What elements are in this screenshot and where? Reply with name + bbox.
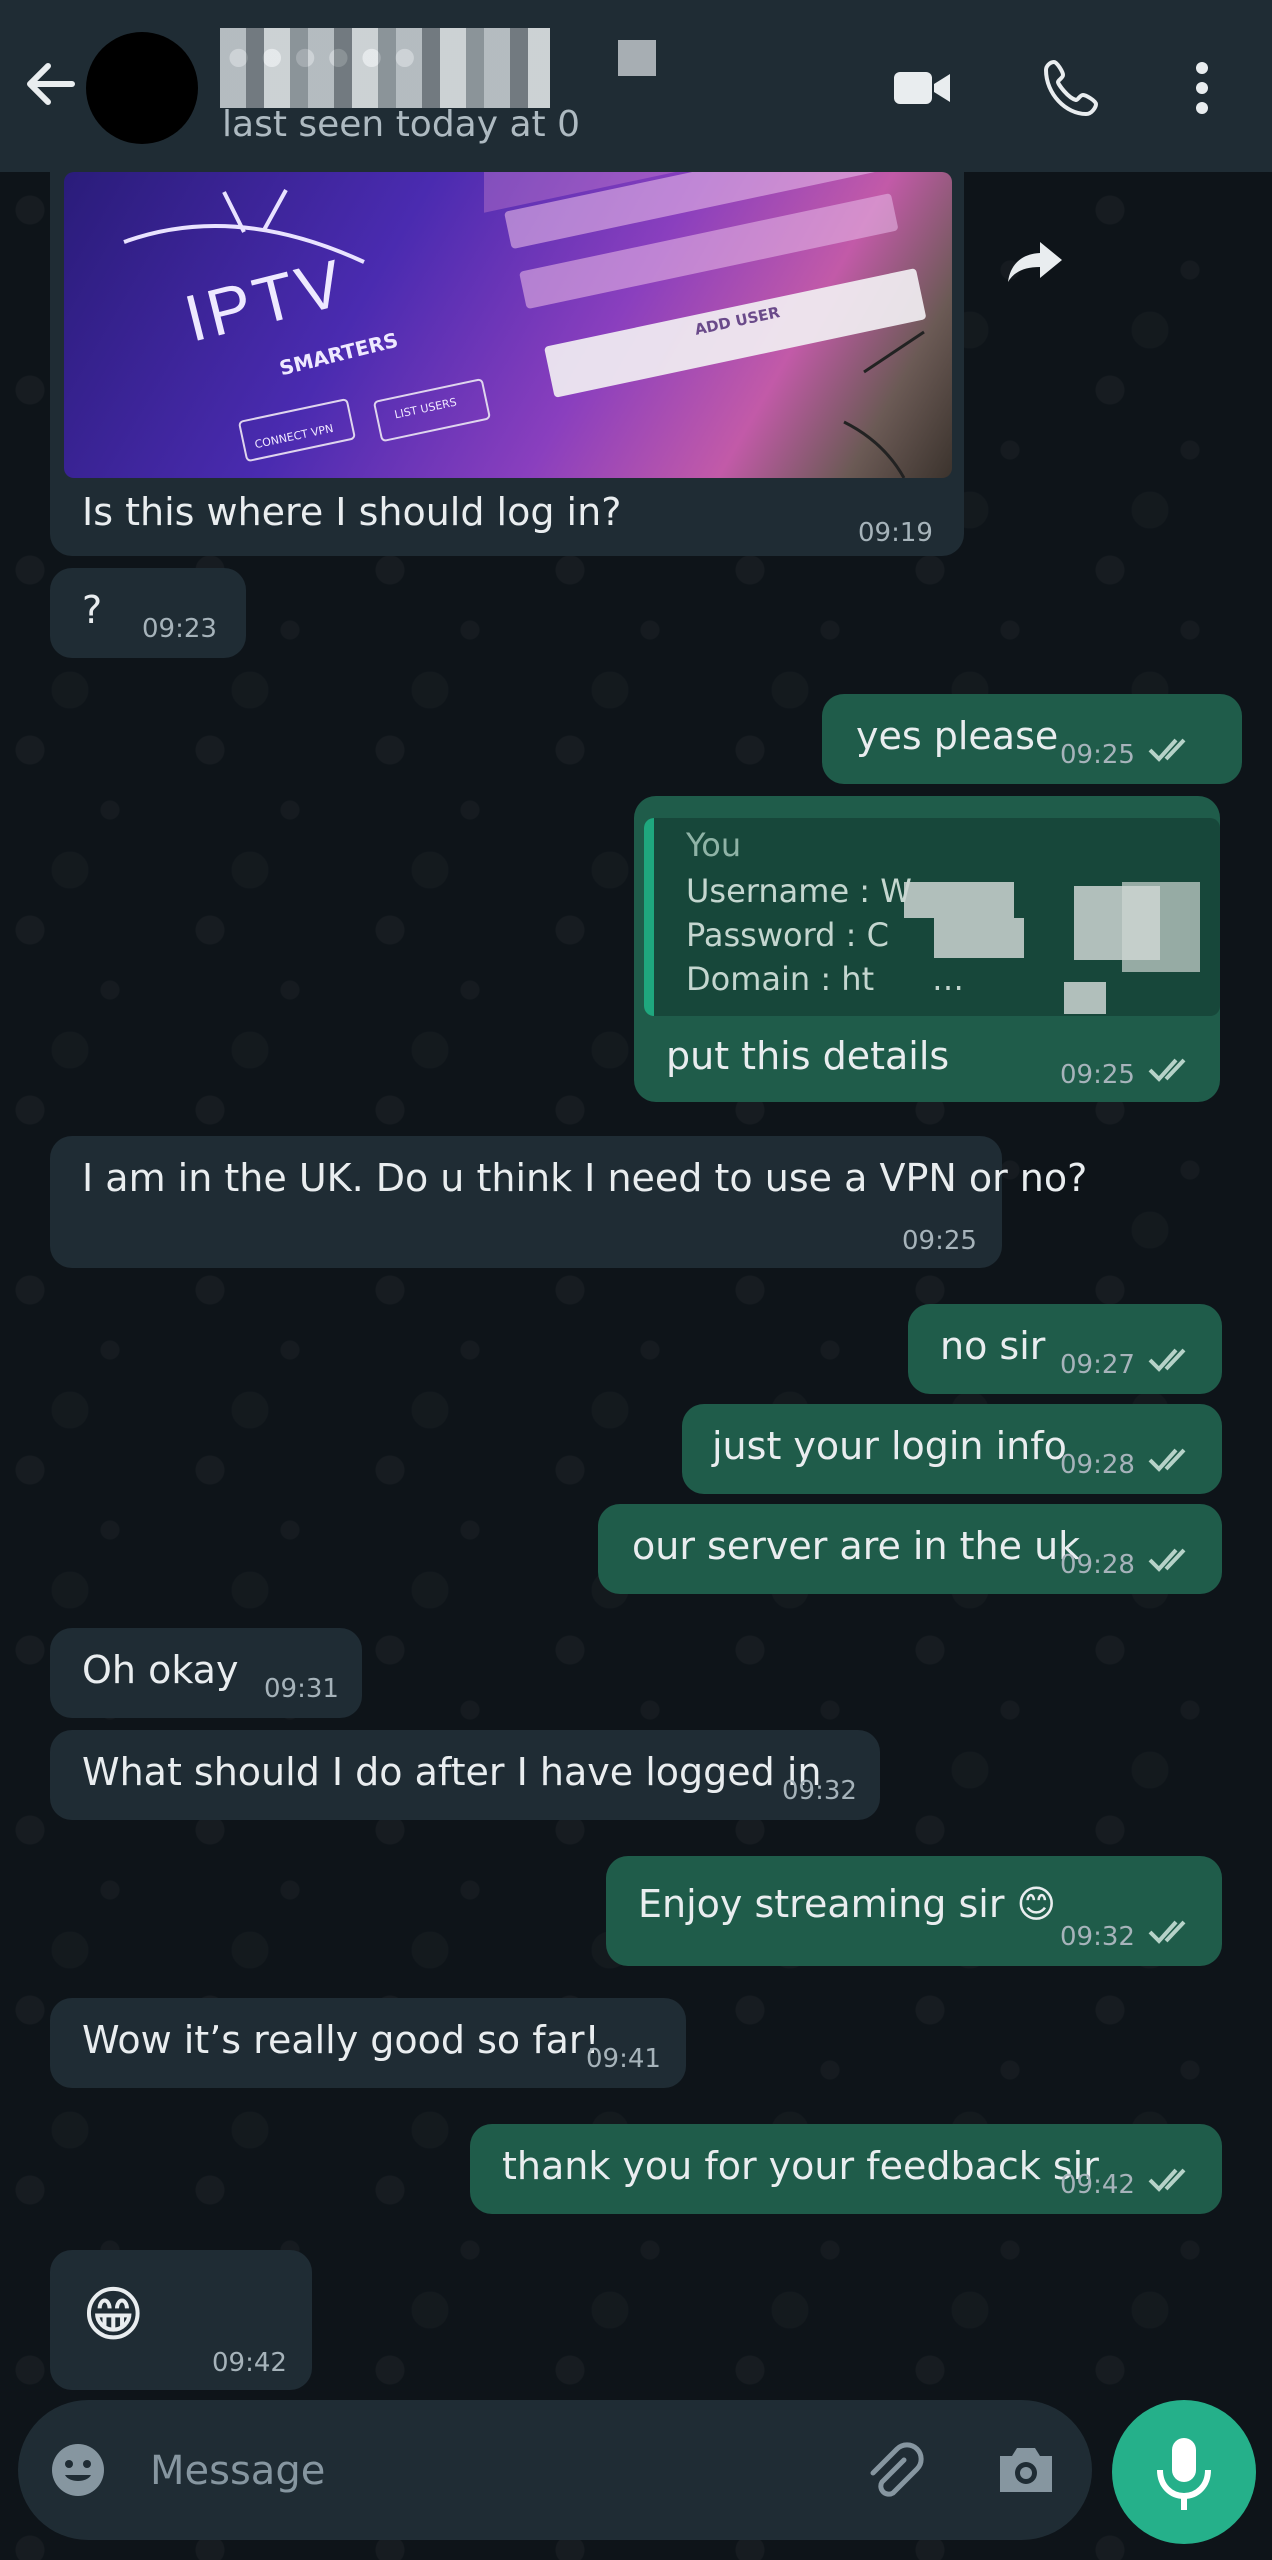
read-receipt-icon [1148,1920,1186,1944]
message-text: put this details [666,1034,950,1078]
quote-bar [644,818,654,1016]
credential-redaction [904,882,1014,918]
back-arrow-icon[interactable] [18,52,82,116]
credential-redaction [1122,882,1200,972]
message-text: yes please [856,714,1059,758]
incoming-message[interactable] [50,568,246,658]
shared-image[interactable]: IPTV SMARTERS ADD USER LIST USERS CONNEC… [64,172,952,478]
message-time: 09:42 [212,2348,287,2378]
camera-icon[interactable] [994,2440,1058,2500]
message-time: 09:31 [264,1674,339,1704]
last-seen-status: last seen today at 0 [222,104,581,145]
credential-redaction [934,918,1024,958]
read-receipt-icon [1148,1058,1186,1082]
emoji-icon[interactable] [48,2440,108,2500]
message-time: 09:27 [1060,1350,1135,1380]
message-text: thank you for your feedback sir [502,2144,1099,2188]
more-options-icon[interactable] [1172,56,1232,120]
name-redaction-small [618,40,656,76]
message-text: no sir [940,1324,1046,1368]
forward-icon[interactable] [1006,236,1068,286]
message-time: 09:32 [782,1776,857,1806]
message-text: Wow it’s really good so far! [82,2018,600,2062]
message-text: just your login info [712,1424,1067,1468]
message-composer [18,2400,1092,2540]
read-receipt-icon [1148,1548,1186,1572]
chat-header: •••••• last seen today at 0 [0,0,1272,172]
message-time: 09:25 [1060,1060,1135,1090]
message-text: Oh okay [82,1648,239,1692]
message-text: our server are in the uk [632,1524,1081,1568]
message-time: 09:32 [1060,1922,1135,1952]
name-redaction [220,28,550,108]
message-time: 09:25 [1060,740,1135,770]
message-text: What should I do after I have logged in [82,1750,822,1794]
quote-username: Username : W [686,872,912,910]
message-time: 09:25 [902,1226,977,1256]
mic-icon[interactable] [1112,2400,1256,2544]
message-time: 09:42 [1060,2170,1135,2200]
read-receipt-icon [1148,1448,1186,1472]
video-call-icon[interactable] [890,56,954,120]
message-text: I am in the UK. Do u think I need to use… [82,1156,1088,1200]
image-caption: Is this where I should log in? [82,490,622,534]
message-text: 😁 [82,2280,145,2350]
quote-domain: Domain : ht [686,960,875,998]
message-input[interactable] [148,2434,712,2508]
read-receipt-icon [1148,738,1186,762]
message-text: ? [82,588,103,632]
message-time: 09:28 [1060,1550,1135,1580]
read-receipt-icon [1148,2168,1186,2192]
attach-icon[interactable] [860,2438,926,2504]
message-time: 09:19 [858,518,933,548]
message-time: 09:23 [142,614,217,644]
message-time: 09:28 [1060,1450,1135,1480]
credential-redaction [1064,982,1106,1014]
message-time: 09:41 [586,2044,661,2074]
quote-author: You [686,826,742,864]
quote-domain-dots: … [932,960,964,998]
message-text: Enjoy streaming sir 😊 [638,1882,1057,1926]
read-receipt-icon [1148,1348,1186,1372]
quoted-message[interactable]: You Username : W Password : C Domain : h… [644,818,1220,1016]
contact-avatar[interactable] [86,32,198,144]
quote-password: Password : C [686,916,889,954]
voice-call-icon[interactable] [1040,56,1104,120]
